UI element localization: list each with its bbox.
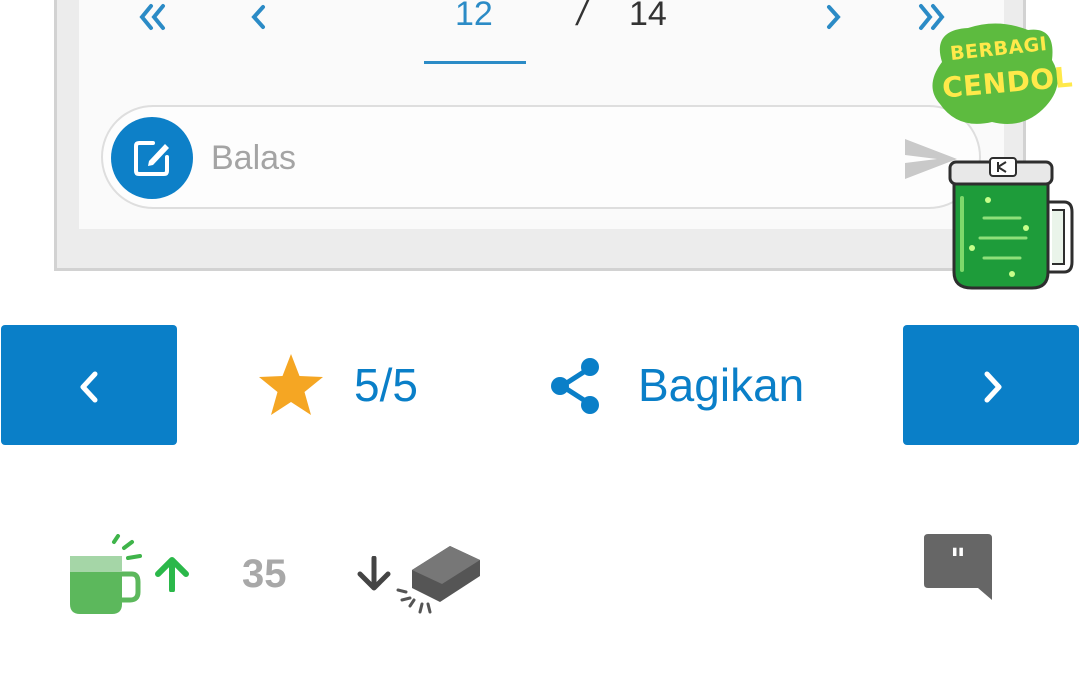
chevron-left-icon [251,5,265,29]
current-page-underline [424,61,526,64]
chevron-right-icon [984,371,1002,403]
next-post-button[interactable] [903,325,1079,445]
star-icon [259,354,323,415]
bata-brick-icon[interactable] [396,542,482,614]
edit-icon [134,141,169,176]
total-pages: 14 [629,0,667,33]
share-icon [551,358,599,414]
embedded-post-content: 12 / 14 [79,0,1004,229]
embedded-post-frame: 12 / 14 [54,0,1026,271]
prev-post-button[interactable] [1,325,177,445]
compose-button[interactable] [111,117,193,199]
svg-text:": " [950,543,966,578]
downvote-arrow-icon[interactable] [354,556,394,592]
quote-comment-icon[interactable]: " [924,534,996,604]
pagination: 12 / 14 [79,0,1004,64]
current-page-number[interactable]: 12 [455,0,493,36]
chevron-right-icon [827,5,841,29]
reply-bar [101,105,981,209]
chevron-left-icon [80,371,98,403]
upvote-arrow-icon[interactable] [152,556,192,592]
next-page-button[interactable] [821,0,845,34]
first-page-button[interactable] [135,0,169,34]
cendol-cup-icon[interactable] [66,534,146,616]
prev-page-button[interactable] [247,0,271,34]
berbagi-cendol-promo[interactable]: BERBAGI CENDOL [928,22,1076,292]
reply-input[interactable] [211,135,851,181]
vote-count: 35 [242,552,287,596]
share-label: Bagikan [638,359,805,411]
double-chevron-left-icon [139,4,165,30]
rating-value: 5/5 [354,359,418,411]
page-separator: / [577,0,587,33]
